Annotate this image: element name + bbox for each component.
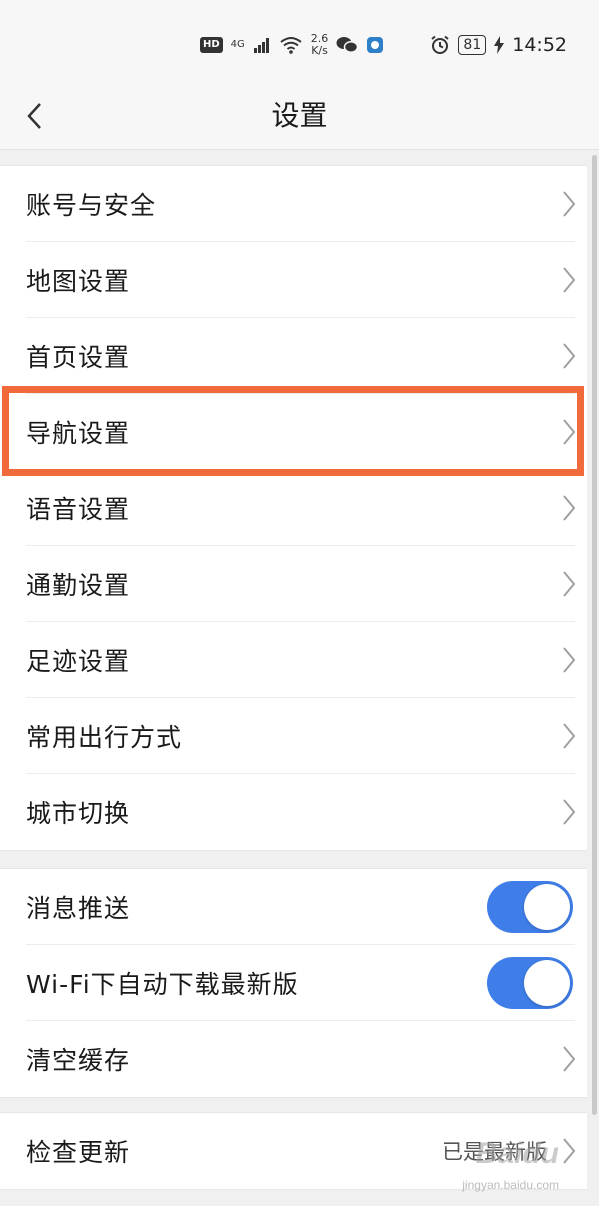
page-title: 设置: [271, 99, 328, 132]
alarm-icon: [431, 35, 450, 54]
battery-indicator: 81: [458, 35, 487, 55]
settings-item-label: 首页设置: [26, 343, 131, 372]
settings-item-label: 常用出行方式: [26, 723, 183, 752]
settings-item-push: 消息推送: [0, 869, 587, 945]
status-right: 81 14:52: [430, 30, 567, 60]
settings-group-main: 账号与安全 地图设置 首页设置 导航设置 语音设置 通勤设置 足迹设置 常用出行…: [0, 165, 587, 851]
settings-item-label: 消息推送: [26, 894, 131, 923]
speed-unit: K/s: [311, 44, 328, 57]
wechat-icon: [336, 37, 359, 53]
signal-icon: [253, 38, 269, 53]
status-bar: HD 4G 2.6 K/s 81 14:52: [0, 0, 599, 88]
chevron-right-icon: [563, 723, 576, 749]
settings-item-label: 足迹设置: [26, 647, 131, 676]
settings-item-travel-mode[interactable]: 常用出行方式: [0, 698, 587, 774]
toggle-knob: [524, 960, 570, 1006]
settings-item-voice[interactable]: 语音设置: [0, 470, 587, 546]
chevron-right-icon: [563, 495, 576, 521]
wifi-update-toggle[interactable]: [487, 957, 573, 1009]
settings-item-label: 通勤设置: [26, 571, 131, 600]
watermark: Baidu: [475, 1137, 559, 1170]
settings-group-system: 消息推送 Wi-Fi下自动下载最新版 清空缓存: [0, 868, 587, 1098]
settings-item-label: 检查更新: [26, 1138, 131, 1167]
settings-item-navigation[interactable]: 导航设置: [0, 394, 587, 470]
chevron-right-icon: [563, 191, 576, 217]
watermark-url: jingyan.baidu.com: [462, 1178, 559, 1192]
wifi-icon: [280, 37, 302, 54]
settings-item-commute[interactable]: 通勤设置: [0, 546, 587, 622]
settings-item-label: 地图设置: [26, 267, 131, 296]
settings-item-wifi-update: Wi-Fi下自动下载最新版: [0, 945, 587, 1021]
chevron-right-icon: [563, 647, 576, 673]
chevron-right-icon: [563, 799, 576, 825]
chevron-right-icon: [563, 267, 576, 293]
toggle-knob: [524, 884, 570, 930]
nav-bar: 设置: [0, 88, 599, 150]
settings-item-label: 清空缓存: [26, 1046, 131, 1075]
settings-item-city-switch[interactable]: 城市切换: [0, 774, 587, 850]
app-icon: [367, 37, 384, 53]
settings-item-label: 账号与安全: [26, 191, 157, 220]
chevron-right-icon: [563, 1046, 576, 1072]
chevron-right-icon: [563, 343, 576, 369]
settings-item-account-security[interactable]: 账号与安全: [0, 166, 587, 242]
settings-item-label: 导航设置: [26, 419, 131, 448]
push-toggle[interactable]: [487, 881, 573, 933]
settings-item-clear-cache[interactable]: 清空缓存: [0, 1021, 587, 1097]
settings-item-footprint[interactable]: 足迹设置: [0, 622, 587, 698]
chevron-right-icon: [563, 419, 576, 445]
settings-item-label: 城市切换: [26, 799, 131, 828]
clock-time: 14:52: [512, 34, 567, 56]
network-speed: 2.6 K/s: [311, 33, 329, 57]
status-left: HD 4G 2.6 K/s: [200, 30, 384, 60]
settings-item-map[interactable]: 地图设置: [0, 242, 587, 318]
network-type: 4G: [230, 39, 245, 50]
settings-item-label: Wi-Fi下自动下载最新版: [26, 970, 299, 999]
charging-icon: [494, 36, 505, 54]
hd-badge: HD: [200, 37, 223, 53]
settings-item-homepage[interactable]: 首页设置: [0, 318, 587, 394]
scrollbar[interactable]: [592, 155, 597, 1115]
chevron-right-icon: [563, 1138, 576, 1164]
chevron-right-icon: [563, 571, 576, 597]
settings-item-label: 语音设置: [26, 495, 131, 524]
